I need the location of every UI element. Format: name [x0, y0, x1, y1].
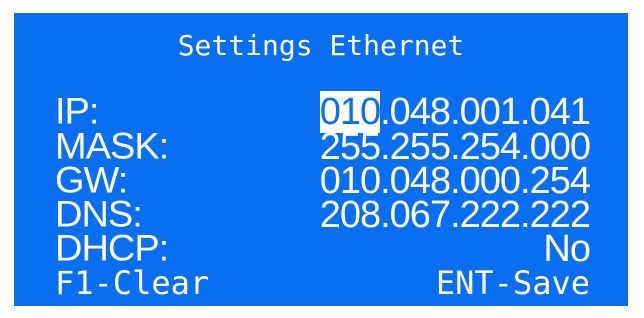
mask-label: MASK: [55, 126, 169, 168]
ip-value[interactable]: 010.048.001.041 [319, 91, 591, 133]
dns-value[interactable]: 208.067.222.222 [320, 196, 591, 234]
gw-value[interactable]: 010.048.000.254 [320, 162, 591, 200]
mask-value[interactable]: 255.255.254.000 [320, 128, 591, 166]
gw-label: GW: [55, 160, 128, 202]
clear-hint: F1-Clear [55, 264, 210, 302]
dns-label: DNS: [55, 194, 143, 236]
dhcp-value[interactable]: No [543, 230, 591, 268]
save-hint: ENT-Save [435, 264, 590, 302]
dhcp-label: DHCP: [55, 228, 169, 270]
ip-label: IP: [55, 91, 99, 133]
screen-title: Settings Ethernet [177, 29, 465, 62]
lcd-screen: Settings Ethernet IP: 010.048.001.041 MA… [14, 13, 628, 306]
